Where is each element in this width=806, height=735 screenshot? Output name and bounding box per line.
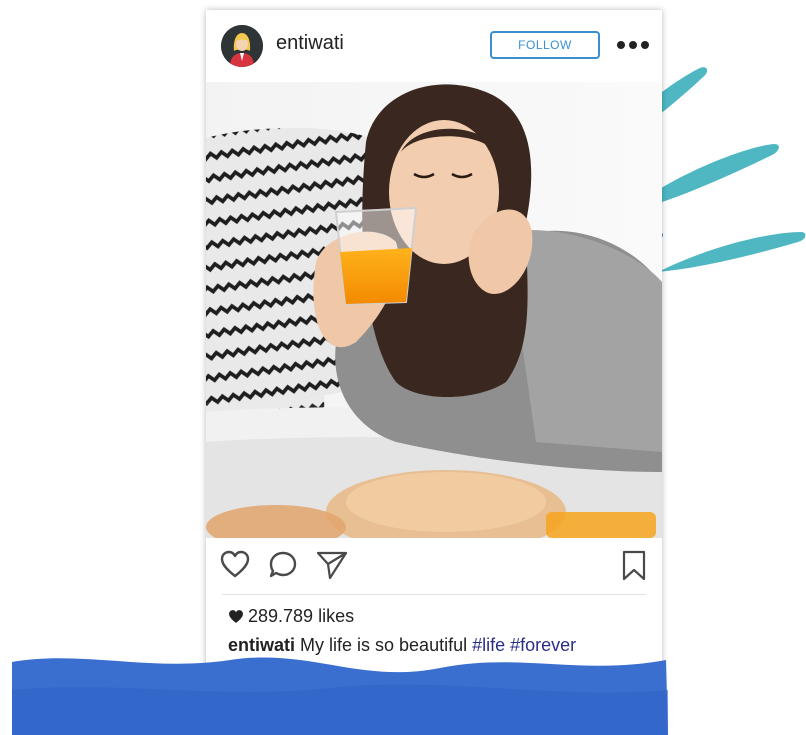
decorative-wave (12, 657, 668, 735)
